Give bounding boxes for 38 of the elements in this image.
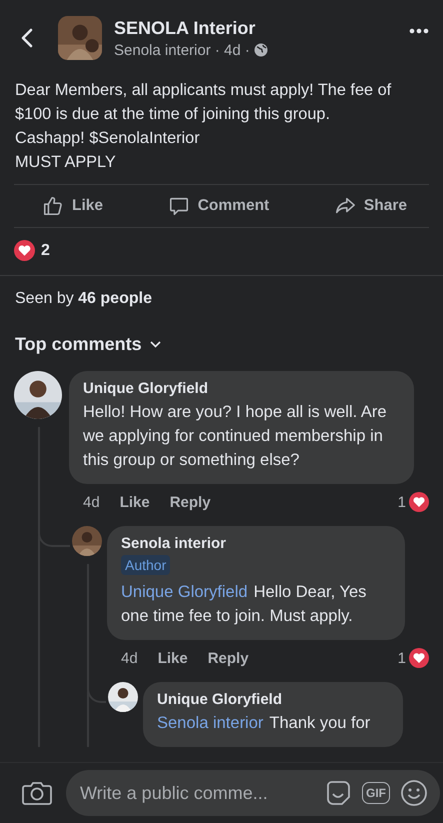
like-link[interactable]: Like <box>120 494 150 510</box>
comment-button[interactable]: Comment <box>168 195 270 217</box>
speech-bubble-icon <box>168 195 190 217</box>
comment-text: Senola interior Thank you for <box>157 713 372 734</box>
reply-link[interactable]: Reply <box>208 650 249 666</box>
comment-author[interactable]: Unique Gloryfield <box>157 691 379 708</box>
reaction-count[interactable]: 2 <box>41 242 50 260</box>
like-button[interactable]: Like <box>42 195 104 217</box>
globe-icon <box>254 43 268 57</box>
sticker-icon[interactable] <box>324 779 352 807</box>
camera-icon[interactable] <box>22 780 52 806</box>
thumbs-up-icon <box>42 195 64 217</box>
group-title[interactable]: SENOLA Interior <box>114 18 397 38</box>
post-subtitle: Senola interior · 4d · <box>114 42 250 58</box>
comment-field[interactable]: Write a public comme... GIF <box>66 770 440 816</box>
post-text: Cashapp! $SenolaInterior <box>15 128 201 149</box>
comment-author[interactable]: Unique Gloryfield <box>83 380 390 397</box>
more-icon[interactable] <box>409 28 429 34</box>
sort-button[interactable]: Top comments <box>15 334 161 355</box>
chevron-down-icon <box>150 341 161 348</box>
reaction-count: 1 <box>398 494 406 510</box>
like-link[interactable]: Like <box>158 650 188 666</box>
comment-time: 4d <box>121 650 138 666</box>
share-button[interactable]: Share <box>334 195 407 217</box>
seen-by-text: Seen by 46 people <box>14 289 153 308</box>
reply-link[interactable]: Reply <box>170 494 211 510</box>
mention-link[interactable]: Unique Gloryfield <box>121 583 248 601</box>
comment-text: Unique Gloryfield Hello Dear, Yes one time fee to join. Must apply. <box>121 582 368 627</box>
post-text: Dear Members, all applicants must apply! The fee of $100 is due at the time of joining this group. <box>15 80 392 125</box>
author-badge: Author <box>121 555 170 575</box>
reaction-count: 1 <box>398 650 406 666</box>
comment-text: Hello! How are you? I hope all is well. Are we applying for continued membership in this group or something else? <box>83 402 388 471</box>
comment-time: 4d <box>83 494 100 510</box>
mention-link[interactable]: Senola interior <box>157 714 264 732</box>
post-text: MUST APPLY <box>15 152 117 173</box>
comment-author[interactable]: Senola interior <box>121 535 381 552</box>
gif-button[interactable]: GIF <box>362 782 390 804</box>
emoji-icon[interactable] <box>400 779 428 807</box>
